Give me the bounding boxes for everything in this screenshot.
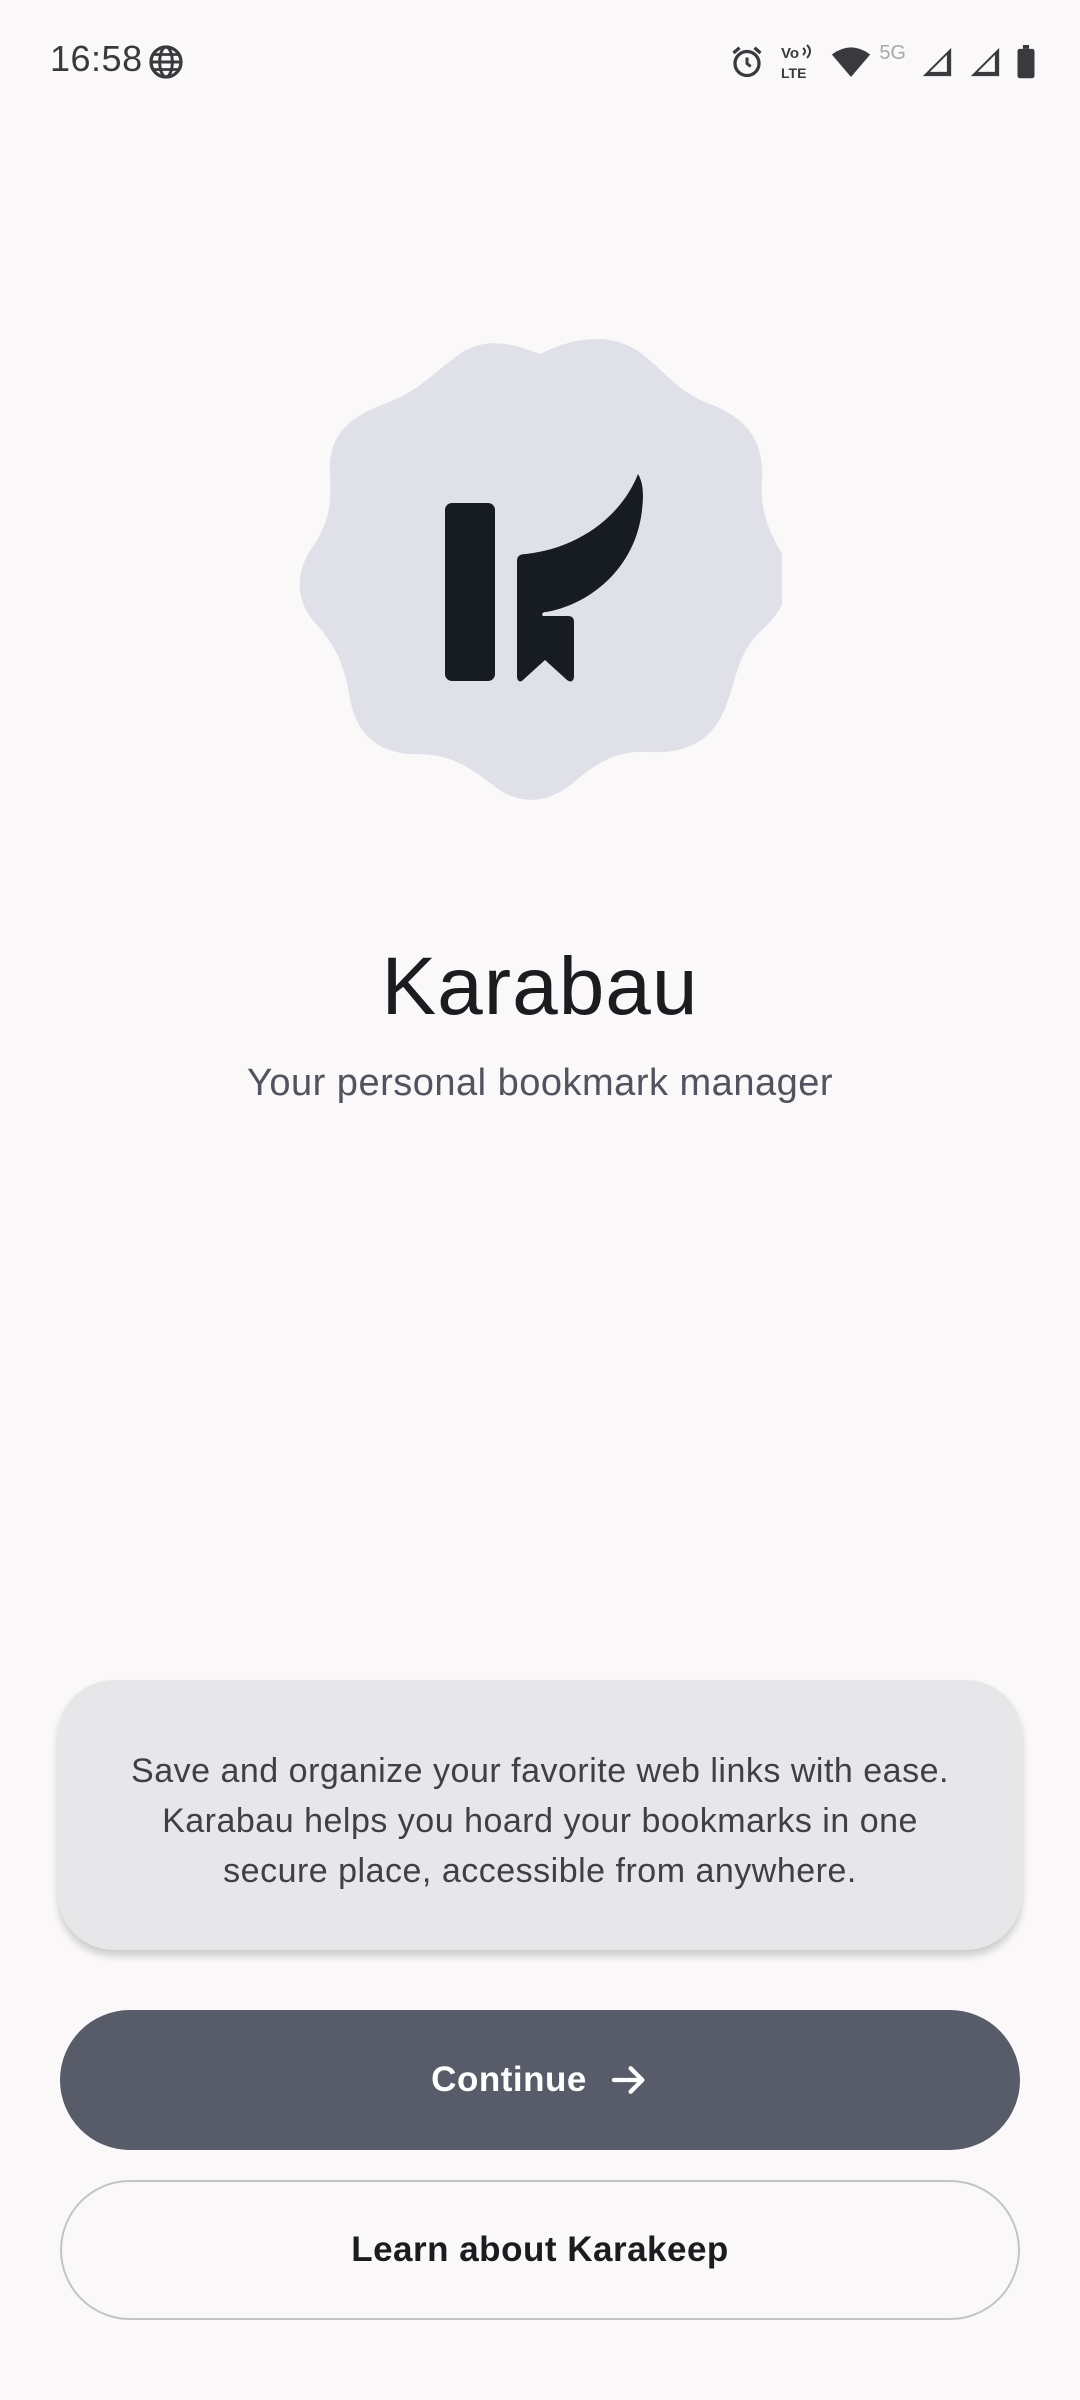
- network-label: 5G: [879, 41, 906, 64]
- info-card: Save and organize your favorite web link…: [58, 1680, 1022, 1950]
- continue-button[interactable]: Continue: [60, 2010, 1020, 2150]
- signal-icon: [970, 47, 1000, 77]
- info-card-text: Save and organize your favorite web link…: [131, 1752, 949, 1890]
- learn-button-label: Learn about Karakeep: [351, 2230, 729, 2269]
- volte-bottom-label: LTE: [781, 65, 806, 81]
- wifi-icon: [832, 47, 871, 77]
- alarm-icon: [732, 46, 762, 78]
- app-logo: [299, 339, 782, 800]
- learn-about-karakeep-button[interactable]: Learn about Karakeep: [60, 2180, 1020, 2320]
- globe-icon: [149, 45, 183, 79]
- battery-icon: [1017, 45, 1035, 79]
- arrow-right-icon: [611, 2066, 645, 2094]
- volte-top-label: Vo: [781, 45, 799, 62]
- status-bar: 16:58 Vo LTE 5G: [0, 0, 1080, 120]
- status-time: 16:58: [50, 38, 143, 79]
- app-title: Karabau: [381, 941, 699, 1032]
- app-subtitle: Your personal bookmark manager: [246, 1062, 834, 1104]
- volte-icon: Vo LTE: [781, 44, 812, 81]
- status-icons: Vo LTE 5G: [729, 38, 1036, 86]
- continue-button-label: Continue: [431, 2060, 587, 2099]
- signal-icon: [922, 47, 952, 77]
